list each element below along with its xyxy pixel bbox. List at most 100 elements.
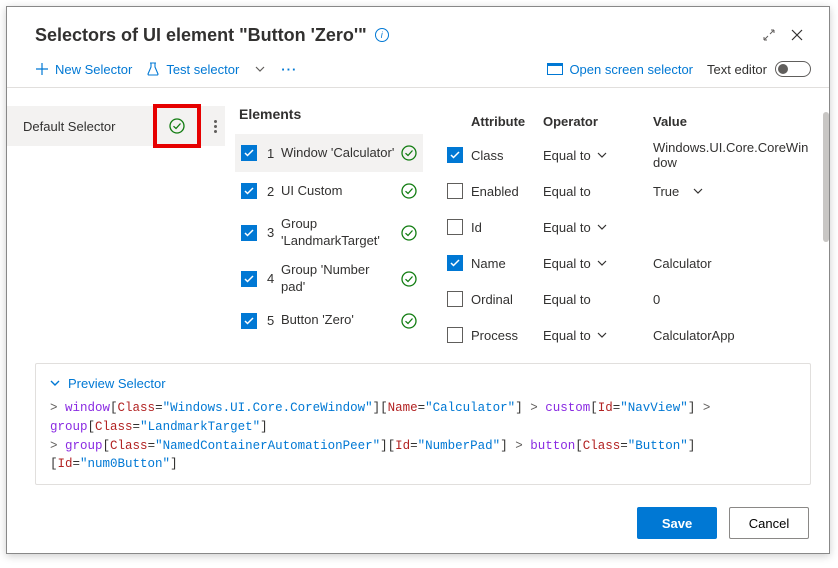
info-icon[interactable]: i — [375, 28, 389, 42]
selector-name: Default Selector — [23, 119, 153, 134]
preview-line-2: > group[Class="NamedContainerAutomationP… — [50, 437, 796, 475]
attr-name: Name — [471, 256, 543, 271]
chevron-down-icon[interactable] — [597, 260, 607, 266]
attr-value[interactable]: 0 — [653, 292, 823, 307]
chevron-down-icon — [50, 380, 60, 386]
attr-operator[interactable]: Equal to — [543, 148, 591, 163]
elements-pane: Elements 1 Window 'Calculator' 2 UI Cust… — [225, 88, 433, 363]
attr-operator[interactable]: Equal to — [543, 184, 591, 199]
chevron-down-icon[interactable] — [597, 224, 607, 230]
screen-icon — [547, 63, 563, 75]
attr-row-ordinal: Ordinal Equal to 0 — [447, 281, 823, 317]
attr-name: Enabled — [471, 184, 543, 199]
check-circle-icon — [401, 313, 417, 329]
toolbar: New Selector Test selector ··· Open scre… — [7, 59, 829, 88]
attr-row-enabled: Enabled Equal to True — [447, 173, 823, 209]
attr-name: Id — [471, 220, 543, 235]
text-editor-label: Text editor — [707, 62, 767, 77]
close-icon[interactable] — [783, 21, 811, 49]
footer: Save Cancel — [7, 497, 829, 553]
attr-row-id: Id Equal to — [447, 209, 823, 245]
text-editor-toggle[interactable] — [775, 61, 811, 77]
elements-heading: Elements — [235, 106, 423, 122]
element-label: Group 'LandmarkTarget' — [281, 216, 395, 250]
element-row-4[interactable]: 4 Group 'Number pad' — [235, 256, 423, 302]
body: Default Selector Elements 1 Window 'Calc… — [7, 88, 829, 363]
open-screen-selector-label: Open screen selector — [569, 62, 693, 77]
check-circle-icon — [401, 183, 417, 199]
dialog-title: Selectors of UI element "Button 'Zero'" — [35, 25, 367, 46]
save-button[interactable]: Save — [637, 507, 717, 539]
selector-more-icon[interactable] — [205, 120, 225, 133]
attr-value[interactable]: Calculator — [653, 256, 823, 271]
element-row-5[interactable]: 5 Button 'Zero' — [235, 302, 423, 340]
attr-checkbox[interactable] — [447, 147, 463, 163]
scrollbar[interactable] — [823, 108, 829, 338]
attr-row-process: Process Equal to CalculatorApp — [447, 317, 823, 353]
element-checkbox[interactable] — [241, 225, 257, 241]
cancel-button[interactable]: Cancel — [729, 507, 809, 539]
attr-checkbox[interactable] — [447, 183, 463, 199]
selector-list: Default Selector — [7, 88, 225, 363]
attributes-header: Attribute Operator Value — [447, 106, 823, 137]
attr-operator[interactable]: Equal to — [543, 220, 591, 235]
titlebar: Selectors of UI element "Button 'Zero'" … — [7, 7, 829, 59]
element-row-1[interactable]: 1 Window 'Calculator' — [235, 134, 423, 172]
test-selector-label: Test selector — [166, 62, 239, 77]
scrollbar-thumb[interactable] — [823, 112, 829, 242]
new-selector-button[interactable]: New Selector — [35, 62, 132, 77]
attr-row-partial — [447, 353, 823, 363]
element-checkbox[interactable] — [241, 145, 257, 161]
element-label: Window 'Calculator' — [281, 145, 395, 162]
chevron-down-icon[interactable] — [597, 152, 607, 158]
chevron-down-icon[interactable] — [597, 332, 607, 338]
expand-icon[interactable] — [755, 21, 783, 49]
check-circle-icon — [401, 271, 417, 287]
element-index: 3 — [267, 225, 281, 240]
selector-status-highlight — [153, 104, 201, 148]
selector-row-default[interactable]: Default Selector — [7, 106, 225, 146]
selectors-dialog: Selectors of UI element "Button 'Zero'" … — [6, 6, 830, 554]
attr-row-class: Class Equal to Windows.UI.Core.CoreWindo… — [447, 137, 823, 173]
col-attribute: Attribute — [471, 114, 543, 129]
flask-icon — [146, 62, 160, 76]
check-circle-icon — [169, 118, 185, 134]
more-actions-button[interactable]: ··· — [281, 62, 297, 77]
element-checkbox[interactable] — [241, 183, 257, 199]
attr-checkbox[interactable] — [447, 255, 463, 271]
preview-heading-label: Preview Selector — [68, 374, 166, 394]
attr-row-name: Name Equal to Calculator — [447, 245, 823, 281]
element-index: 2 — [267, 184, 281, 199]
element-label: Button 'Zero' — [281, 312, 395, 329]
open-screen-selector-button[interactable]: Open screen selector — [547, 62, 693, 77]
preview-toggle[interactable]: Preview Selector — [50, 374, 796, 394]
attr-operator[interactable]: Equal to — [543, 328, 591, 343]
element-row-2[interactable]: 2 UI Custom — [235, 172, 423, 210]
element-label: UI Custom — [281, 183, 395, 200]
attr-checkbox[interactable] — [447, 219, 463, 235]
attr-checkbox[interactable] — [447, 291, 463, 307]
check-circle-icon — [401, 225, 417, 241]
col-operator: Operator — [543, 114, 653, 129]
check-circle-icon — [401, 145, 417, 161]
attr-value[interactable]: CalculatorApp — [653, 328, 823, 343]
element-index: 4 — [267, 271, 281, 286]
new-selector-label: New Selector — [55, 62, 132, 77]
attr-value[interactable]: Windows.UI.Core.CoreWindow — [653, 140, 823, 170]
element-index: 5 — [267, 313, 281, 328]
element-checkbox[interactable] — [241, 271, 257, 287]
test-selector-button[interactable]: Test selector — [146, 62, 239, 77]
col-value: Value — [653, 114, 823, 129]
attr-value[interactable]: True — [653, 184, 679, 199]
element-row-3[interactable]: 3 Group 'LandmarkTarget' — [235, 210, 423, 256]
attr-operator[interactable]: Equal to — [543, 256, 591, 271]
attributes-pane: Attribute Operator Value Class Equal to … — [433, 88, 829, 363]
element-checkbox[interactable] — [241, 313, 257, 329]
plus-icon — [35, 62, 49, 76]
chevron-down-icon[interactable] — [693, 188, 703, 194]
element-index: 1 — [267, 146, 281, 161]
attr-operator[interactable]: Equal to — [543, 292, 591, 307]
test-selector-dropdown[interactable] — [253, 66, 267, 72]
attr-checkbox[interactable] — [447, 327, 463, 343]
attr-name: Process — [471, 328, 543, 343]
